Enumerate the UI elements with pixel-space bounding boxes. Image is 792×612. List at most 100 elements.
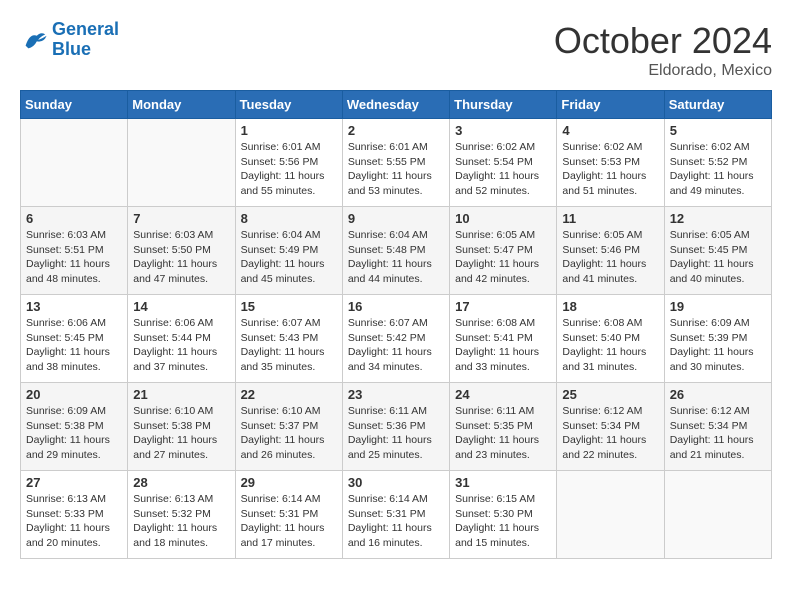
day-info: Sunrise: 6:10 AM Sunset: 5:37 PM Dayligh… [241,404,337,463]
calendar-day-cell: 18 Sunrise: 6:08 AM Sunset: 5:40 PM Dayli… [557,295,664,383]
location-subtitle: Eldorado, Mexico [554,62,772,80]
day-info: Sunrise: 6:02 AM Sunset: 5:53 PM Dayligh… [562,140,658,199]
day-info: Sunrise: 6:11 AM Sunset: 5:35 PM Dayligh… [455,404,551,463]
title-block: October 2024 Eldorado, Mexico [554,20,772,80]
day-info: Sunrise: 6:12 AM Sunset: 5:34 PM Dayligh… [670,404,766,463]
calendar-day-cell: 23Sunrise: 6:11 AM Sunset: 5:36 PM Dayli… [342,383,449,471]
day-header-thursday: Thursday [450,91,557,119]
page-header: General Blue October 2024 Eldorado, Mexi… [20,20,772,80]
calendar-day-cell: 29 Sunrise: 6:14 AM Sunset: 5:31 PM Dayli… [235,471,342,559]
calendar-day-cell: 3 Sunrise: 6:02 AM Sunset: 5:54 PM Daylig… [450,119,557,207]
day-number: 28 [133,475,229,490]
day-info: Sunrise: 6:01 AM Sunset: 5:55 PM Dayligh… [348,140,444,199]
day-number: 9 [348,211,444,226]
calendar-day-cell: 5Sunrise: 6:02 AM Sunset: 5:52 PM Daylig… [664,119,771,207]
day-info: Sunrise: 6:06 AM Sunset: 5:44 PM Dayligh… [133,316,229,375]
month-title: October 2024 [554,20,772,62]
day-info: Sunrise: 6:02 AM Sunset: 5:52 PM Dayligh… [670,140,766,199]
calendar-day-cell [664,471,771,559]
day-number: 31 [455,475,551,490]
day-number: 17 [455,299,551,314]
calendar-week-row: 6 Sunrise: 6:03 AM Sunset: 5:51 PM Daylig… [21,207,772,295]
day-number: 16 [348,299,444,314]
calendar-day-cell: 20Sunrise: 6:09 AM Sunset: 5:38 PM Dayli… [21,383,128,471]
day-info: Sunrise: 6:02 AM Sunset: 5:54 PM Dayligh… [455,140,551,199]
calendar-day-cell: 24 Sunrise: 6:11 AM Sunset: 5:35 PM Dayli… [450,383,557,471]
day-number: 7 [133,211,229,226]
day-number: 30 [348,475,444,490]
day-info: Sunrise: 6:01 AM Sunset: 5:56 PM Dayligh… [241,140,337,199]
day-info: Sunrise: 6:07 AM Sunset: 5:42 PM Dayligh… [348,316,444,375]
logo-text: General Blue [52,20,119,60]
calendar-day-cell: 2 Sunrise: 6:01 AM Sunset: 5:55 PM Daylig… [342,119,449,207]
calendar-day-cell [21,119,128,207]
day-info: Sunrise: 6:14 AM Sunset: 5:31 PM Dayligh… [241,492,337,551]
calendar-day-cell: 27Sunrise: 6:13 AM Sunset: 5:33 PM Dayli… [21,471,128,559]
day-info: Sunrise: 6:13 AM Sunset: 5:32 PM Dayligh… [133,492,229,551]
calendar-day-cell: 30 Sunrise: 6:14 AM Sunset: 5:31 PM Dayli… [342,471,449,559]
day-number: 1 [241,123,337,138]
calendar-day-cell: 16 Sunrise: 6:07 AM Sunset: 5:42 PM Dayli… [342,295,449,383]
day-number: 22 [241,387,337,402]
logo: General Blue [20,20,119,60]
day-info: Sunrise: 6:05 AM Sunset: 5:46 PM Dayligh… [562,228,658,287]
day-number: 23 [348,387,444,402]
day-info: Sunrise: 6:09 AM Sunset: 5:38 PM Dayligh… [26,404,122,463]
day-info: Sunrise: 6:07 AM Sunset: 5:43 PM Dayligh… [241,316,337,375]
day-info: Sunrise: 6:12 AM Sunset: 5:34 PM Dayligh… [562,404,658,463]
day-number: 25 [562,387,658,402]
day-number: 13 [26,299,122,314]
day-info: Sunrise: 6:08 AM Sunset: 5:40 PM Dayligh… [562,316,658,375]
day-number: 6 [26,211,122,226]
day-info: Sunrise: 6:06 AM Sunset: 5:45 PM Dayligh… [26,316,122,375]
day-number: 11 [562,211,658,226]
day-header-wednesday: Wednesday [342,91,449,119]
day-info: Sunrise: 6:05 AM Sunset: 5:45 PM Dayligh… [670,228,766,287]
calendar-day-cell: 6 Sunrise: 6:03 AM Sunset: 5:51 PM Daylig… [21,207,128,295]
calendar-day-cell: 26 Sunrise: 6:12 AM Sunset: 5:34 PM Dayli… [664,383,771,471]
calendar-day-cell: 14 Sunrise: 6:06 AM Sunset: 5:44 PM Dayli… [128,295,235,383]
calendar-week-row: 1 Sunrise: 6:01 AM Sunset: 5:56 PM Daylig… [21,119,772,207]
day-number: 14 [133,299,229,314]
day-info: Sunrise: 6:08 AM Sunset: 5:41 PM Dayligh… [455,316,551,375]
day-number: 8 [241,211,337,226]
day-number: 12 [670,211,766,226]
calendar-table: SundayMondayTuesdayWednesdayThursdayFrid… [20,90,772,559]
calendar-day-cell: 19Sunrise: 6:09 AM Sunset: 5:39 PM Dayli… [664,295,771,383]
day-number: 18 [562,299,658,314]
calendar-week-row: 27Sunrise: 6:13 AM Sunset: 5:33 PM Dayli… [21,471,772,559]
day-header-sunday: Sunday [21,91,128,119]
day-info: Sunrise: 6:03 AM Sunset: 5:50 PM Dayligh… [133,228,229,287]
day-header-saturday: Saturday [664,91,771,119]
day-number: 21 [133,387,229,402]
calendar-week-row: 20Sunrise: 6:09 AM Sunset: 5:38 PM Dayli… [21,383,772,471]
calendar-day-cell: 13 Sunrise: 6:06 AM Sunset: 5:45 PM Dayli… [21,295,128,383]
calendar-day-cell: 8 Sunrise: 6:04 AM Sunset: 5:49 PM Daylig… [235,207,342,295]
day-number: 29 [241,475,337,490]
calendar-week-row: 13 Sunrise: 6:06 AM Sunset: 5:45 PM Dayli… [21,295,772,383]
day-number: 2 [348,123,444,138]
calendar-day-cell: 7 Sunrise: 6:03 AM Sunset: 5:50 PM Daylig… [128,207,235,295]
day-info: Sunrise: 6:14 AM Sunset: 5:31 PM Dayligh… [348,492,444,551]
logo-bird-icon [20,26,48,54]
day-number: 26 [670,387,766,402]
calendar-day-cell: 1 Sunrise: 6:01 AM Sunset: 5:56 PM Daylig… [235,119,342,207]
calendar-day-cell: 25 Sunrise: 6:12 AM Sunset: 5:34 PM Dayli… [557,383,664,471]
day-number: 3 [455,123,551,138]
day-number: 19 [670,299,766,314]
calendar-day-cell: 15 Sunrise: 6:07 AM Sunset: 5:43 PM Dayli… [235,295,342,383]
day-number: 24 [455,387,551,402]
calendar-day-cell: 9Sunrise: 6:04 AM Sunset: 5:48 PM Daylig… [342,207,449,295]
day-header-friday: Friday [557,91,664,119]
day-number: 15 [241,299,337,314]
day-info: Sunrise: 6:04 AM Sunset: 5:49 PM Dayligh… [241,228,337,287]
calendar-day-cell: 4 Sunrise: 6:02 AM Sunset: 5:53 PM Daylig… [557,119,664,207]
day-info: Sunrise: 6:05 AM Sunset: 5:47 PM Dayligh… [455,228,551,287]
day-info: Sunrise: 6:03 AM Sunset: 5:51 PM Dayligh… [26,228,122,287]
day-number: 4 [562,123,658,138]
calendar-day-cell [128,119,235,207]
calendar-day-cell: 28 Sunrise: 6:13 AM Sunset: 5:32 PM Dayli… [128,471,235,559]
day-header-tuesday: Tuesday [235,91,342,119]
day-info: Sunrise: 6:13 AM Sunset: 5:33 PM Dayligh… [26,492,122,551]
calendar-day-cell: 11 Sunrise: 6:05 AM Sunset: 5:46 PM Dayli… [557,207,664,295]
